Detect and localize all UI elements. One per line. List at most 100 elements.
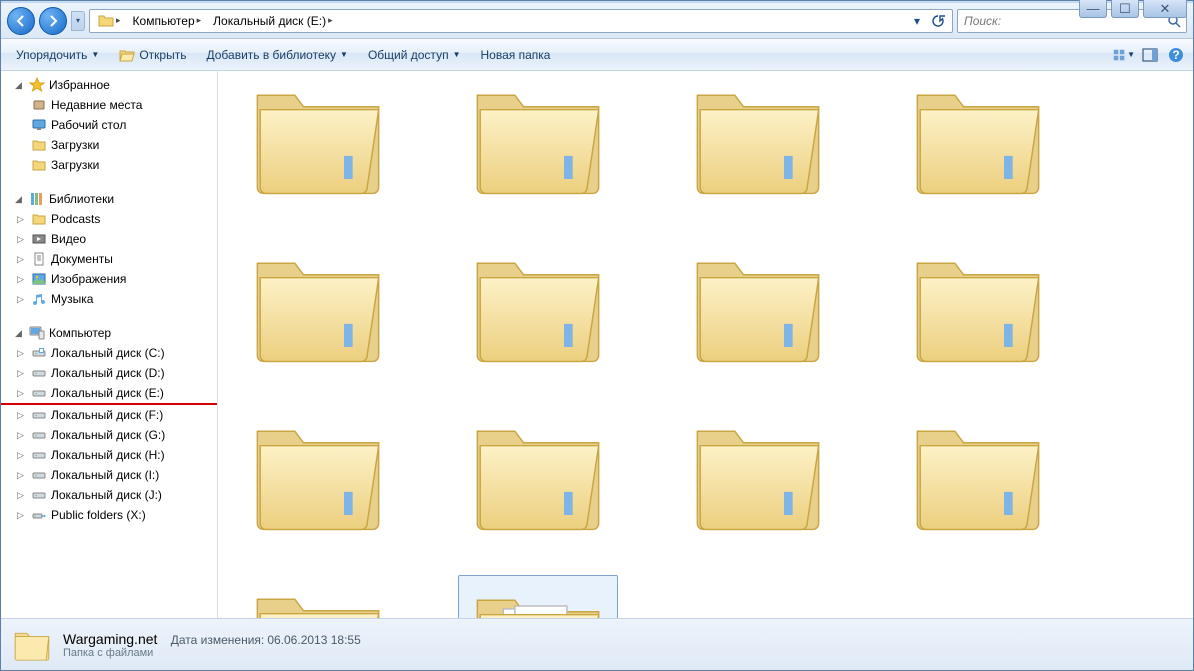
tree-label: Компьютер [49,326,111,340]
desktop-icon [31,117,47,133]
video-icon [31,231,47,247]
help-button[interactable]: ? [1165,44,1187,66]
folder-item[interactable] [898,71,1058,209]
sidebar-item-drive[interactable]: ▷Public folders (X:) [1,505,217,525]
sidebar-item-drive[interactable]: ▷Локальный диск (I:) [1,465,217,485]
tree-label: Недавние места [51,98,142,112]
status-type: Папка с файлами [63,647,361,659]
folder-item[interactable] [238,239,398,377]
tree-label: Библиотеки [49,192,114,206]
tree-label: Избранное [49,78,110,92]
tree-label: Изображения [51,272,126,286]
favorites-group: ◢ Избранное Недавние места Рабочий стол … [1,75,217,175]
breadcrumb-dropdown[interactable]: ▾ [907,11,927,31]
breadcrumb-root-icon[interactable]: ▸ [92,10,127,32]
sidebar-item-drive[interactable]: ▷Локальный диск (C:) [1,343,217,363]
folder-item[interactable] [678,71,838,209]
sidebar-item-drive[interactable]: ▷Локальный диск (F:) [1,405,217,425]
folder-item[interactable] [458,407,618,545]
folder-item[interactable] [678,407,838,545]
tree-label: Локальный диск (E:) [51,386,164,400]
star-icon [29,77,45,93]
toolbar-label: Добавить в библиотеку [206,48,336,62]
organize-button[interactable]: Упорядочить ▼ [7,43,108,67]
tree-label: Локальный диск (C:) [51,346,165,360]
folder-icon [98,13,114,29]
drive-icon [31,507,47,523]
breadcrumb-label: Локальный диск (E:) [213,14,326,28]
sidebar-item-music[interactable]: ▷Музыка [1,289,217,309]
tree-label: Загрузки [51,138,99,152]
folder-item[interactable] [238,71,398,209]
folder-item[interactable] [238,407,398,545]
documents-icon [31,251,47,267]
sidebar-item-drive[interactable]: ▷Локальный диск (E:) [1,383,217,405]
tree-label: Локальный диск (H:) [51,448,165,462]
open-button[interactable]: Открыть [110,42,195,68]
folder-item[interactable] [678,239,838,377]
sidebar-item-downloads[interactable]: Загрузки [1,135,217,155]
tree-label: Документы [51,252,113,266]
drive-icon [31,447,47,463]
new-folder-button[interactable]: Новая папка [471,43,559,67]
content-area[interactable]: Wargaming.net [218,71,1193,618]
view-button[interactable]: ▼ [1113,44,1135,66]
back-button[interactable] [7,7,35,35]
close-button[interactable]: ✕ [1143,0,1187,18]
toolbar-label: Общий доступ [368,48,449,62]
status-modified-value: 06.06.2013 18:55 [267,633,360,647]
toolbar: Упорядочить ▼ Открыть Добавить в библиот… [1,39,1193,71]
refresh-button[interactable] [928,11,948,31]
minimize-button[interactable]: — [1079,0,1107,18]
sidebar: ◢ Избранное Недавние места Рабочий стол … [1,71,218,618]
sidebar-item-pictures[interactable]: ▷Изображения [1,269,217,289]
share-button[interactable]: Общий доступ ▼ [359,43,470,67]
folder-item[interactable] [238,575,398,618]
computer-header[interactable]: ◢ Компьютер [1,323,217,343]
tree-label: Музыка [51,292,93,306]
folder-item[interactable] [898,407,1058,545]
sidebar-item-downloads-2[interactable]: Загрузки [1,155,217,175]
sidebar-item-video[interactable]: ▷Видео [1,229,217,249]
toolbar-label: Новая папка [480,48,550,62]
drive-icon [31,427,47,443]
breadcrumb-item-computer[interactable]: Компьютер ▸ [127,10,208,32]
sidebar-item-desktop[interactable]: Рабочий стол [1,115,217,135]
maximize-button[interactable]: ☐ [1111,0,1139,18]
folder-large-icon [11,624,53,666]
music-icon [31,291,47,307]
status-bar: Wargaming.net Дата изменения: 06.06.2013… [1,618,1193,670]
breadcrumb[interactable]: ▸ Компьютер ▸ Локальный диск (E:) ▸ ▾ [89,9,953,33]
tree-label: Локальный диск (G:) [51,428,165,442]
status-modified-label: Дата изменения: [171,633,265,647]
drive-icon [31,365,47,381]
folder-item[interactable] [898,239,1058,377]
preview-pane-icon [1142,47,1158,63]
favorites-header[interactable]: ◢ Избранное [1,75,217,95]
status-text: Wargaming.net Дата изменения: 06.06.2013… [63,631,361,659]
preview-pane-button[interactable] [1139,44,1161,66]
breadcrumb-item-drive[interactable]: Локальный диск (E:) ▸ [207,10,338,32]
folder-icon [31,211,47,227]
sidebar-item-drive[interactable]: ▷Локальный диск (D:) [1,363,217,383]
sidebar-item-recent[interactable]: Недавние места [1,95,217,115]
folder-item[interactable] [458,239,618,377]
sidebar-item-drive[interactable]: ▷Локальный диск (H:) [1,445,217,465]
folder-item[interactable] [458,71,618,209]
sidebar-item-documents[interactable]: ▷Документы [1,249,217,269]
tree-label: Локальный диск (D:) [51,366,165,380]
tree-label: Рабочий стол [51,118,126,132]
recent-pages-dropdown[interactable]: ▾ [71,11,85,31]
sidebar-item-podcasts[interactable]: ▷Podcasts [1,209,217,229]
add-library-button[interactable]: Добавить в библиотеку ▼ [197,43,356,67]
libraries-group: ◢ Библиотеки ▷Podcasts ▷Видео ▷Документы… [1,189,217,309]
drive-icon [31,345,47,361]
folder-item[interactable]: Wargaming.net [458,575,618,618]
forward-button[interactable] [39,7,67,35]
sidebar-item-drive[interactable]: ▷Локальный диск (G:) [1,425,217,445]
sidebar-item-drive[interactable]: ▷Локальный диск (J:) [1,485,217,505]
drive-icon [31,385,47,401]
toolbar-label: Открыть [139,48,186,62]
libraries-header[interactable]: ◢ Библиотеки [1,189,217,209]
help-icon: ? [1168,47,1184,63]
